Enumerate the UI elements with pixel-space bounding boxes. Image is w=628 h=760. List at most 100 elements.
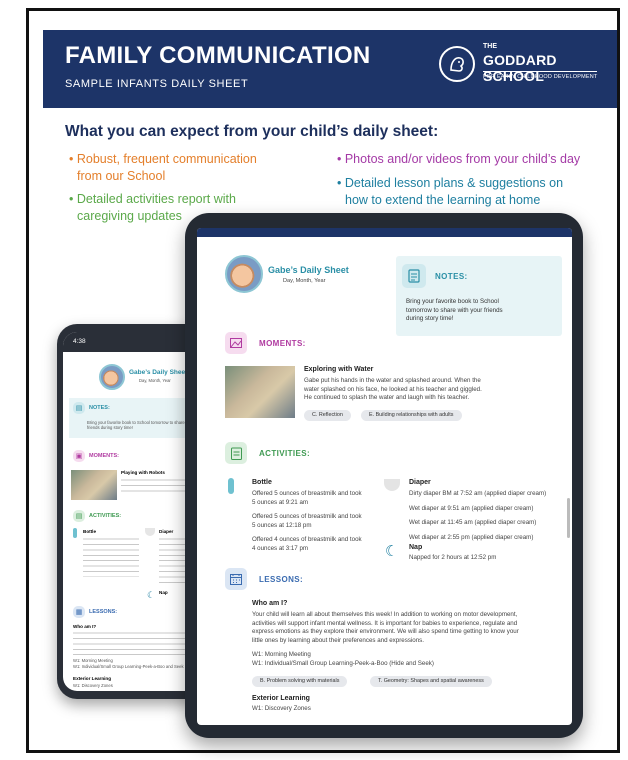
bullet-text: • Robust, frequent communication	[69, 152, 257, 166]
diaper-entries: Dirty diaper BM at 7:52 am (applied diap…	[409, 490, 546, 542]
activities-icon: ▤	[73, 510, 85, 522]
phone-bottle-text	[83, 537, 139, 577]
notes-line: Bring your favorite book to School	[406, 298, 499, 305]
bullet-photos: • Photos and/or videos from your child’s…	[337, 151, 580, 168]
bullet-text: • Photos and/or videos from your child’s…	[337, 152, 581, 166]
phone-sheet-date: Day, Month, Year	[139, 378, 171, 383]
bullet-text-2: how to extend the learning at home	[345, 193, 541, 207]
sheet-date: Day, Month, Year	[283, 278, 326, 284]
phone-sheet-title: Gabe’s Daily Sheet	[129, 369, 188, 376]
bottle-line: Offered 5 ounces of breastmilk and took	[252, 513, 362, 521]
diaper-line: Wet diaper at 9:51 am (applied diaper cr…	[409, 504, 534, 512]
nap-entry: Napped for 2 hours at 12:52 pm	[409, 554, 497, 561]
bottle-icon	[228, 478, 234, 494]
bottle-icon	[73, 528, 77, 538]
bullet-text: • Detailed activities report with	[69, 192, 236, 206]
logo-tagline: FOR EARLY CHILDHOOD DEVELOPMENT	[483, 74, 598, 80]
notes-line: tomorrow to share with your friends	[406, 306, 503, 314]
moment-tag-reflection[interactable]: C. Reflection	[304, 410, 351, 421]
phone-nap: Nap	[159, 590, 168, 595]
phone-ext: Exterior Learning	[73, 676, 112, 681]
lesson-line: little ones by learning about their pref…	[252, 636, 424, 644]
bullet-text-2: from our School	[77, 169, 166, 183]
activities-title: ACTIVITIES:	[259, 449, 311, 458]
lion-emblem-icon	[439, 46, 475, 82]
moment-text: Gabe put his hands in the water and spla…	[304, 377, 482, 403]
notes-line: during story time!	[406, 315, 454, 323]
lesson-who: Who am I?	[252, 600, 288, 607]
nap-title: Nap	[409, 544, 423, 551]
tablet-mockup: Gabe’s Daily Sheet Day, Month, Year NOTE…	[185, 213, 583, 738]
lesson-body: Your child will learn all about themselv…	[252, 611, 519, 669]
moment-tag-relationships[interactable]: E. Building relationships with adults	[361, 410, 462, 421]
phone-moment-photo	[71, 470, 117, 500]
phone-lessons-title: LESSONS:	[89, 609, 118, 615]
bottle-line: Offered 4 ounces of breastmilk and took	[252, 536, 362, 544]
phone-avatar	[99, 364, 125, 390]
bullet-text: • Detailed lesson plans & suggestions on	[337, 176, 564, 190]
phone-time: 4:38	[73, 338, 86, 345]
child-avatar	[225, 255, 263, 293]
notes-title: NOTES:	[435, 272, 468, 281]
lesson-tag-geometry[interactable]: T. Geometry: Shapes and spatial awarenes…	[370, 676, 492, 687]
banner-title: FAMILY COMMUNICATION	[65, 42, 371, 69]
goddard-logo: THE GODDARD SCHOOL FOR EARLY CHILDHOOD D…	[439, 40, 604, 88]
phone-who: Who am I?	[73, 624, 97, 629]
lesson-tag-problem-solving[interactable]: B. Problem solving with materials	[252, 676, 348, 687]
lessons-title: LESSONS:	[259, 575, 304, 584]
lessons-icon: ▦	[73, 606, 85, 618]
phone-bottle: Bottle	[83, 529, 97, 534]
logo-the: THE	[483, 43, 497, 50]
phone-activities-title: ACTIVITIES:	[89, 513, 122, 519]
notes-icon	[402, 264, 426, 288]
notes-icon: ▤	[73, 402, 85, 414]
moment-line: water splashed on his face, he looked at…	[304, 385, 482, 393]
tablet-top-strip	[197, 228, 572, 237]
banner-subtitle: SAMPLE INFANTS DAILY SHEET	[65, 78, 249, 90]
diaper-icon	[145, 528, 155, 536]
lesson-line: activities will support infant mental we…	[252, 619, 518, 627]
diaper-line: Wet diaper at 11:45 am (applied diaper c…	[409, 519, 537, 527]
bottle-line: Offered 5 ounces of breastmilk and took	[252, 490, 362, 497]
diaper-icon	[384, 479, 400, 491]
header-banner: FAMILY COMMUNICATION SAMPLE INFANTS DAIL…	[43, 30, 617, 108]
exterior-title: Exterior Learning	[252, 695, 310, 702]
bullet-lessons: • Detailed lesson plans & suggestions on…	[337, 175, 563, 209]
bottle-line: 5 ounces at 12:18 pm	[252, 521, 312, 529]
bottle-entries: Offered 5 ounces of breastmilk and took …	[252, 490, 362, 554]
phone-w2: W1: Individual/Small Group Learning-Peek…	[73, 664, 184, 669]
phone-w1: W1: Morning Meeting	[73, 658, 113, 663]
moon-icon: ☾	[385, 543, 399, 560]
moments-title: MOMENTS:	[259, 339, 306, 348]
diaper-title: Diaper	[409, 479, 431, 486]
bottle-line: 5 ounces at 9:21 am	[252, 498, 309, 506]
headline: What you can expect from your child’s da…	[65, 123, 439, 140]
moment-line: Gabe put his hands in the water and spla…	[304, 377, 481, 384]
phone-ext1: W1: Discovery Zones	[73, 683, 113, 688]
diaper-line: Wet diaper at 2:55 pm (applied diaper cr…	[409, 533, 534, 541]
phone-diaper: Diaper	[159, 529, 174, 534]
scrollbar[interactable]	[567, 498, 570, 538]
sheet-title: Gabe’s Daily Sheet	[268, 265, 349, 275]
moon-icon: ☾	[147, 590, 156, 600]
moment-title: Exploring with Water	[304, 366, 374, 373]
phone-moments-title: MOMENTS:	[89, 453, 119, 459]
bullet-communication: • Robust, frequent communication from ou…	[69, 151, 257, 185]
notes-body: Bring your favorite book to School tomor…	[406, 298, 503, 324]
lesson-line: Your child will learn all about themselv…	[252, 611, 518, 618]
lesson-line: W1: Individual/Small Group Learning-Peek…	[252, 659, 434, 667]
diaper-line: Dirty diaper BM at 7:52 am (applied diap…	[409, 490, 547, 497]
exterior-entry: W1: Discovery Zones	[252, 705, 311, 712]
activities-icon	[225, 442, 247, 464]
moment-photo	[225, 366, 295, 418]
bottle-title: Bottle	[252, 479, 272, 486]
moment-line: He continued to splash the water and lau…	[304, 394, 470, 402]
moments-icon	[225, 332, 247, 354]
phone-notes-title: NOTES:	[89, 405, 110, 411]
moments-icon: ▣	[73, 450, 85, 462]
calendar-icon	[225, 568, 247, 590]
lesson-line: W1: Morning Meeting	[252, 651, 311, 659]
bottle-line: 4 ounces at 3:17 pm	[252, 544, 309, 552]
tablet-screen: Gabe’s Daily Sheet Day, Month, Year NOTE…	[197, 228, 572, 725]
phone-moment-title: Playing with Robots	[121, 470, 165, 475]
